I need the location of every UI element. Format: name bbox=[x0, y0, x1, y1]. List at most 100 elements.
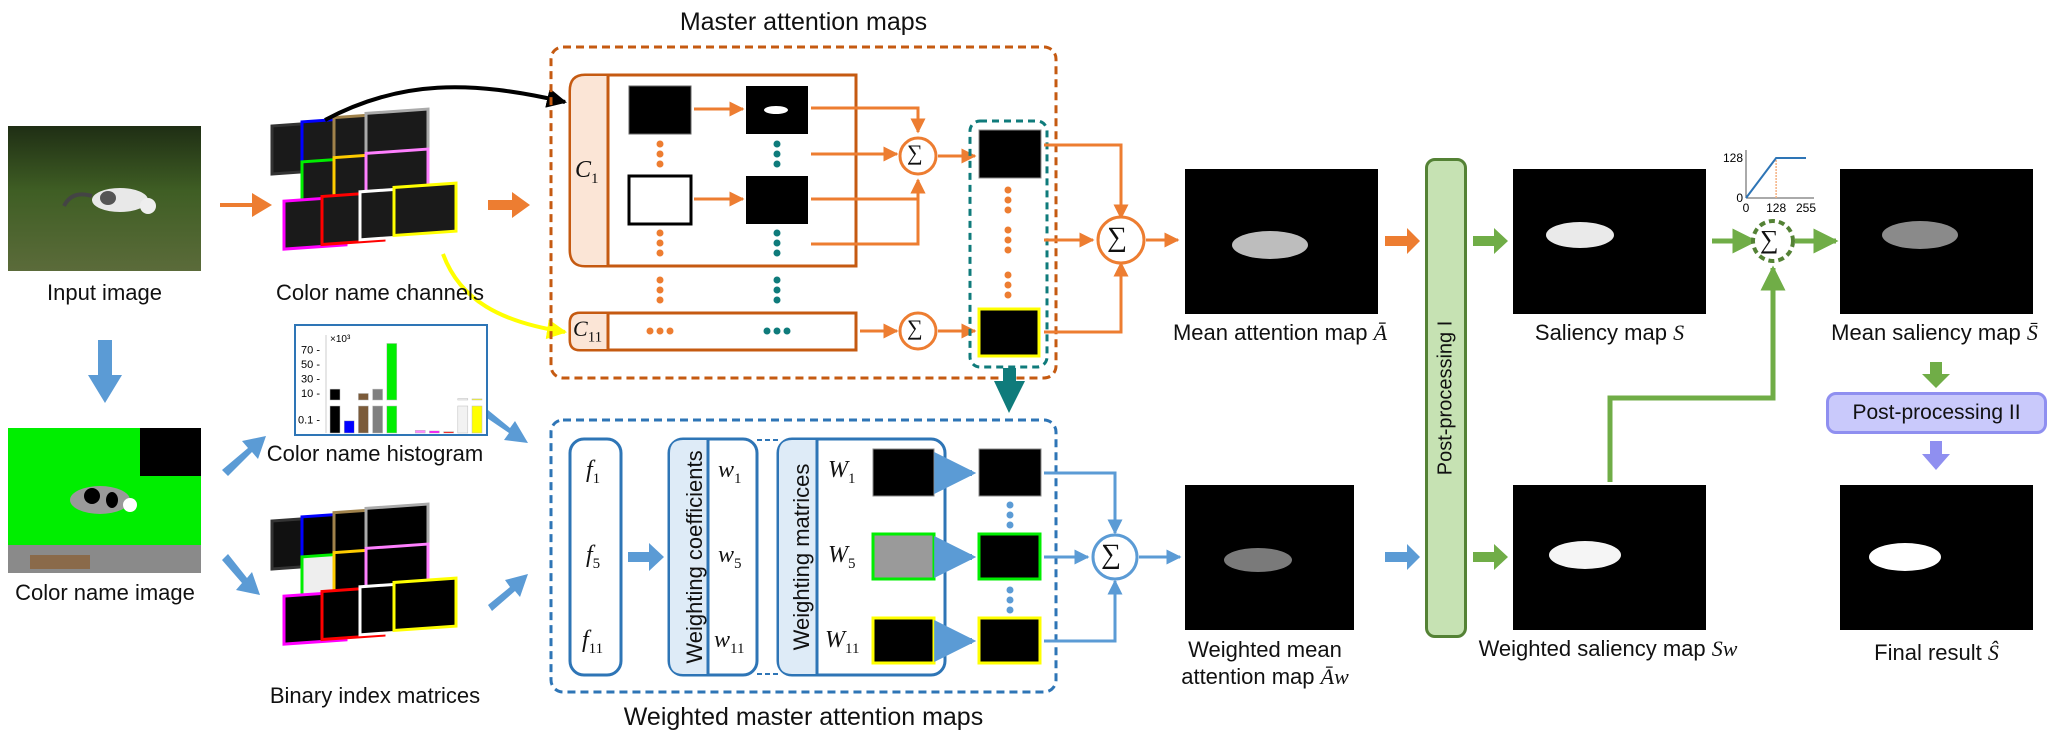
histogram-bar-green bbox=[386, 343, 398, 401]
ellipsis-dot bbox=[656, 296, 664, 304]
ellipsis-dot bbox=[1004, 291, 1012, 299]
f1-label: f1 bbox=[586, 457, 601, 487]
W5-label: W5 bbox=[828, 542, 856, 572]
clip-ytick: 128 bbox=[1723, 151, 1743, 165]
ellipsis-dot bbox=[773, 150, 781, 158]
c1-thumb-4 bbox=[746, 176, 808, 224]
label-mean-saliency-map: Mean saliency map S̄ bbox=[1820, 320, 2049, 346]
label-input-image: Input image bbox=[47, 280, 162, 305]
clip-xtick: 128 bbox=[1766, 201, 1786, 215]
ellipsis-dot bbox=[1004, 186, 1012, 194]
histogram-bar-purple bbox=[429, 430, 440, 434]
W1-label: W1 bbox=[828, 457, 856, 487]
arrow-pp1-to-saliency bbox=[1473, 228, 1508, 254]
ellipsis-dot bbox=[1006, 586, 1014, 594]
ellipsis-dot bbox=[1004, 226, 1012, 234]
weighted-thumb-11 bbox=[977, 616, 1042, 665]
post-processing-2-block: Post-processing II bbox=[1826, 392, 2047, 434]
ellipsis-dot bbox=[783, 327, 791, 335]
mean-attention-text: Mean attention map bbox=[1172, 320, 1368, 345]
ellipsis-dot bbox=[656, 150, 664, 158]
weighting-matrices-label: Weighting matrices bbox=[789, 463, 814, 651]
ellipsis-dot bbox=[1004, 196, 1012, 204]
histogram-multiplier: ×10³ bbox=[330, 334, 351, 345]
arrow-input-to-channels bbox=[220, 193, 272, 217]
post-processing-1-block: Post-processing I bbox=[1425, 158, 1467, 638]
f5-label: f5 bbox=[586, 542, 601, 572]
sigma-symbol-weighted: ∑ bbox=[1101, 539, 1121, 570]
label-color-name-histogram: Color name histogram bbox=[266, 441, 484, 466]
ellipsis-dot bbox=[1006, 521, 1014, 529]
ellipsis-dot bbox=[656, 239, 664, 247]
ellipsis-dot bbox=[656, 249, 664, 257]
binary-index-matrices-stack bbox=[270, 502, 458, 646]
histogram-bar-lower-yellow bbox=[471, 405, 483, 434]
ellipsis-dot bbox=[773, 249, 781, 257]
w5-label: w5 bbox=[718, 542, 742, 572]
ellipsis-dot bbox=[763, 327, 771, 335]
arrow-master-to-weighted bbox=[994, 381, 1025, 413]
label-master-attention-maps: Master attention maps bbox=[679, 8, 928, 36]
label-weighted-mean-attention-map: Weighted mean attention map Āw bbox=[1160, 636, 1370, 690]
arrow-cn-image-to-binary bbox=[222, 554, 260, 595]
histogram-bar-white bbox=[457, 398, 469, 401]
channel-card-yellow bbox=[392, 576, 458, 633]
histogram-bar-lower-black bbox=[329, 405, 341, 434]
histogram-bar-grey bbox=[372, 388, 383, 401]
arrow-channels-to-master bbox=[488, 192, 530, 218]
color-name-channels-stack bbox=[270, 107, 458, 251]
ellipsis-dot bbox=[666, 327, 674, 335]
ellipsis-dot bbox=[656, 327, 664, 335]
sigma-symbol-master: ∑ bbox=[1107, 222, 1127, 253]
ellipsis-dot bbox=[656, 160, 664, 168]
w1-label: w1 bbox=[718, 457, 742, 487]
c1-thumb-1 bbox=[628, 85, 692, 135]
clip-ytick: 0 bbox=[1736, 191, 1743, 205]
c11-label: C11 bbox=[573, 316, 603, 346]
clipping-function-chart: 0 128 255 0 128 bbox=[1723, 150, 1816, 215]
label-mean-attention-map: Mean attention map Ā bbox=[1165, 320, 1395, 346]
ellipsis-dot bbox=[773, 286, 781, 294]
arrow-binary-to-weighted bbox=[488, 574, 528, 611]
ellipsis-dot bbox=[1004, 206, 1012, 214]
color-name-image bbox=[8, 428, 201, 573]
arrow-pp1-to-weighted-saliency bbox=[1473, 544, 1508, 570]
weighted-thumb-5 bbox=[977, 532, 1042, 581]
label-color-name-channels: Color name channels bbox=[276, 280, 484, 305]
final-result-text: Final result bbox=[1874, 640, 1982, 665]
c1-thumb-2 bbox=[627, 174, 693, 226]
ellipsis-dot bbox=[773, 160, 781, 168]
saliency-map-image bbox=[1513, 169, 1706, 314]
ellipsis-dot bbox=[1004, 246, 1012, 254]
clip-xtick: 255 bbox=[1796, 201, 1816, 215]
ellipsis-dot bbox=[656, 276, 664, 284]
weighted-saliency-text: Weighted saliency map bbox=[1478, 636, 1706, 661]
histogram-chart: 10 - 30 - 50 - 70 - 0.1 - ×10³ bbox=[294, 324, 488, 436]
ellipsis-dot bbox=[656, 140, 664, 148]
arrow-f-to-w bbox=[628, 543, 664, 571]
final-result-symbol: Ŝ bbox=[1987, 640, 1999, 665]
ellipsis-dot bbox=[773, 276, 781, 284]
channel-card-yellow bbox=[392, 181, 458, 238]
ellipsis-dot bbox=[773, 327, 781, 335]
histogram-bar-brown bbox=[358, 393, 369, 401]
sigma-symbol-c1: ∑ bbox=[907, 140, 923, 165]
ellipsis-dot bbox=[773, 140, 781, 148]
histogram-bar-black bbox=[329, 388, 341, 401]
saliency-map-text: Saliency map bbox=[1534, 320, 1667, 345]
histogram-ytick: 30 - bbox=[301, 373, 320, 385]
histogram-bar-red bbox=[443, 431, 454, 434]
sigma-symbol-saliency: ∑ bbox=[1760, 225, 1779, 254]
histogram-ytick: 10 - bbox=[301, 388, 320, 400]
ellipsis-dot bbox=[1006, 501, 1014, 509]
ellipsis-dot bbox=[646, 327, 654, 335]
arrow-mean-saliency-to-pp2 bbox=[1922, 362, 1950, 388]
histogram-bar-yellow bbox=[471, 398, 483, 401]
ellipsis-dot bbox=[1006, 606, 1014, 614]
mean-saliency-text: Mean saliency map bbox=[1831, 320, 2021, 345]
weighted-thumb-1 bbox=[978, 448, 1042, 497]
ellipsis-dot bbox=[1006, 511, 1014, 519]
label-weighted-master-attention-maps: Weighted master attention maps bbox=[623, 703, 984, 731]
histogram-bar-lower-brown bbox=[358, 405, 369, 434]
arrow-input-to-color-name-image bbox=[88, 340, 122, 403]
